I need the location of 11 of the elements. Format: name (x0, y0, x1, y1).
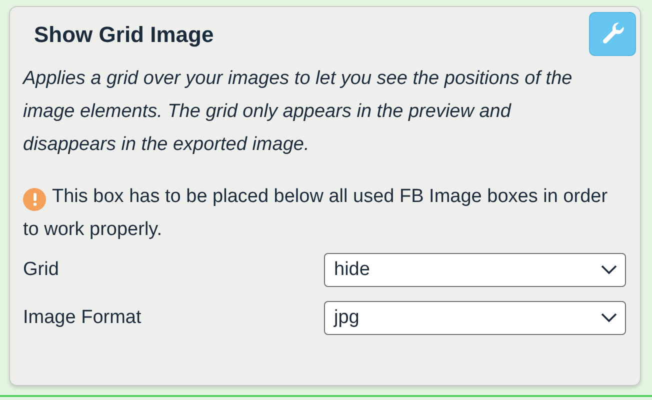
warning-icon (23, 188, 46, 211)
description-text: Applies a grid over your images to let you see the positions of the image elements. The grid only appears in the preview and disappears in the exported image. (23, 67, 574, 157)
dropdown[interactable]: hide (324, 253, 626, 287)
field-label: Grid (23, 258, 59, 282)
dropdown[interactable]: jpg (324, 301, 626, 335)
field-label: Image Format (23, 306, 142, 330)
panel-title: Show Grid Image (34, 21, 214, 49)
warning-text: This box has to be placed below all used FB Image boxes in order to work properly. (23, 185, 609, 242)
chevron-down-icon (601, 313, 617, 323)
settings-button[interactable] (589, 12, 636, 56)
chevron-down-icon (601, 265, 617, 275)
